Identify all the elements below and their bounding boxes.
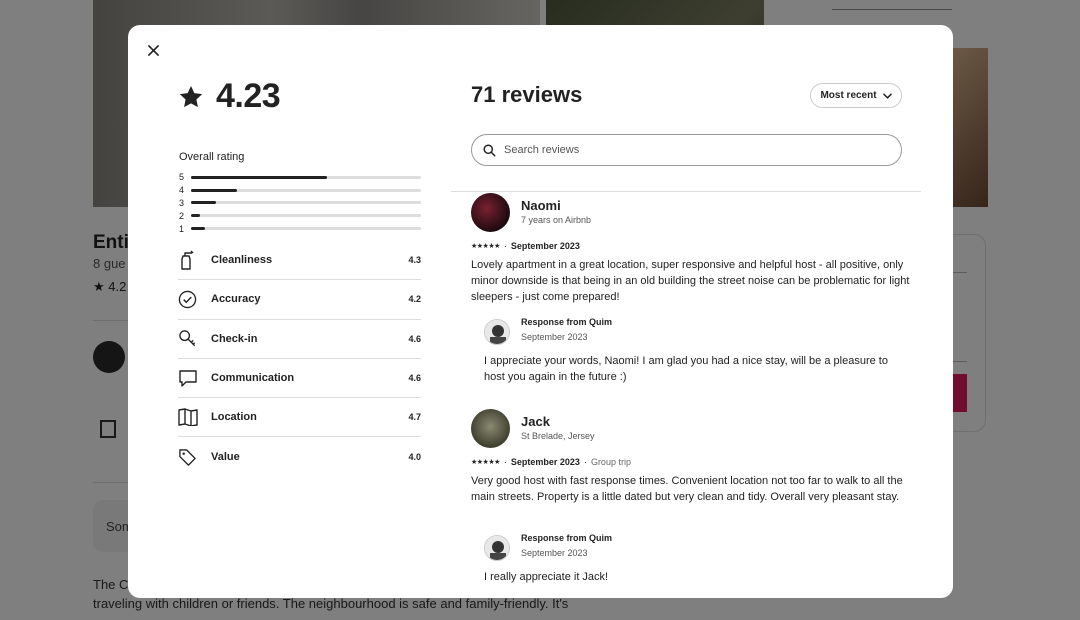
sort-label: Most recent xyxy=(820,90,877,101)
rating-bar-fill xyxy=(191,201,217,205)
key-icon xyxy=(178,328,211,350)
check-circle-icon xyxy=(178,288,211,310)
speech-bubble-icon xyxy=(178,367,211,389)
rating-bar-row: 4 xyxy=(179,184,421,197)
rating-bar-track xyxy=(191,214,421,218)
reviewer-name[interactable]: Jack xyxy=(521,414,550,429)
review-list: Naomi 7 years on Airbnb ★★★★★ · Septembe… xyxy=(471,193,911,598)
rating-bar-label: 1 xyxy=(179,223,185,234)
rating-bar-fill xyxy=(191,188,237,192)
reviewer-meta: 7 years on Airbnb xyxy=(521,215,592,225)
category-score: 4.6 xyxy=(408,333,421,344)
category-name: Check-in xyxy=(211,332,258,345)
category-score: 4.2 xyxy=(408,294,421,305)
sort-dropdown[interactable]: Most recent xyxy=(810,83,902,108)
rating-bar-label: 3 xyxy=(179,197,185,208)
search-reviews-field[interactable] xyxy=(471,134,902,166)
response-date: September 2023 xyxy=(521,332,588,342)
spray-bottle-icon xyxy=(178,249,211,271)
category-score: 4.6 xyxy=(408,373,421,384)
host-response-avatar xyxy=(484,319,510,345)
reviewer-avatar[interactable] xyxy=(471,193,510,232)
category-row-cleanliness: Cleanliness 4.3 xyxy=(178,241,421,281)
category-row-communication: Communication 4.6 xyxy=(178,359,421,399)
chevron-down-icon xyxy=(882,92,892,99)
rating-bar-row: 2 xyxy=(179,209,421,222)
review-rating-line: ★★★★★ · September 2023 · Group trip xyxy=(471,457,631,467)
response-from: Response from Quim xyxy=(521,533,613,543)
tag-icon xyxy=(178,446,211,468)
map-icon xyxy=(178,406,211,428)
rating-distribution: 5 43 2 1 xyxy=(179,171,421,235)
rating-bar-track xyxy=(191,227,421,231)
category-score: 4.7 xyxy=(408,412,421,423)
category-name: Cleanliness xyxy=(211,254,273,267)
host-avatar-icon xyxy=(485,320,509,344)
rating-bar-row: 3 xyxy=(179,197,421,210)
review-stars: ★★★★★ xyxy=(471,459,500,466)
rating-bar-track xyxy=(191,201,421,205)
star-icon xyxy=(179,85,203,107)
review-date: September 2023 xyxy=(510,457,580,467)
rating-bar-row: 5 xyxy=(179,171,421,184)
category-row-accuracy: Accuracy 4.2 xyxy=(178,280,421,320)
rating-bar-fill xyxy=(191,227,205,231)
rating-bar-label: 5 xyxy=(179,172,185,183)
trip-type: Group trip xyxy=(590,457,631,467)
overall-rating-label: Overall rating xyxy=(179,151,245,163)
category-row-check-in: Check-in 4.6 xyxy=(178,320,421,359)
review-date: September 2023 xyxy=(510,241,580,251)
category-name: Value xyxy=(211,451,240,464)
reviewer-avatar[interactable] xyxy=(471,409,510,448)
close-button[interactable] xyxy=(142,39,164,61)
category-name: Communication xyxy=(211,372,295,385)
category-score: 4.3 xyxy=(408,255,421,266)
review-rating-line: ★★★★★ · September 2023 xyxy=(471,241,580,251)
rating-bar-row: 1 xyxy=(179,222,421,235)
host-response-avatar xyxy=(484,535,510,561)
review-text: Very good host with fast response times.… xyxy=(471,475,903,503)
close-icon xyxy=(147,44,159,56)
category-row-value: Value 4.0 xyxy=(178,437,421,476)
response-text: I really appreciate it Jack! xyxy=(484,571,609,583)
search-reviews-input[interactable] xyxy=(504,144,884,156)
response-text: I appreciate your words, Naomi! I am gla… xyxy=(484,355,888,383)
host-avatar-icon xyxy=(485,536,509,560)
rating-bar-track xyxy=(191,175,421,179)
reviews-modal: 4.23 Overall rating 5 43 2 1 Cleanliness 4.3… xyxy=(128,25,953,598)
rating-bar-fill xyxy=(191,175,327,179)
rating-bar-track xyxy=(191,188,421,192)
response-date: September 2023 xyxy=(521,548,588,558)
response-from: Response from Quim xyxy=(521,317,613,327)
divider xyxy=(451,191,921,192)
search-icon xyxy=(483,143,496,157)
reviews-count-title: 71 reviews xyxy=(471,82,583,107)
rating-bar-label: 2 xyxy=(179,210,185,221)
category-name: Location xyxy=(211,411,257,424)
category-score: 4.0 xyxy=(408,452,421,463)
category-row-location: Location 4.7 xyxy=(178,398,421,438)
review-text: Lovely apartment in a great location, su… xyxy=(471,259,910,303)
rating-value: 4.23 xyxy=(216,77,281,115)
reviewer-meta: St Brelade, Jersey xyxy=(521,431,595,441)
review-stars: ★★★★★ xyxy=(471,243,500,250)
separator-dot: · xyxy=(583,457,587,467)
category-name: Accuracy xyxy=(211,293,261,306)
overall-score: 4.23 xyxy=(178,77,281,116)
rating-bar-label: 4 xyxy=(179,185,185,196)
reviewer-name[interactable]: Naomi xyxy=(521,198,561,213)
separator-dot: · xyxy=(503,457,507,467)
separator-dot: · xyxy=(503,241,507,251)
rating-bar-fill xyxy=(191,214,201,218)
category-ratings: Cleanliness 4.3 Accuracy 4.2 Check-in 4.6 Comm… xyxy=(178,241,421,477)
